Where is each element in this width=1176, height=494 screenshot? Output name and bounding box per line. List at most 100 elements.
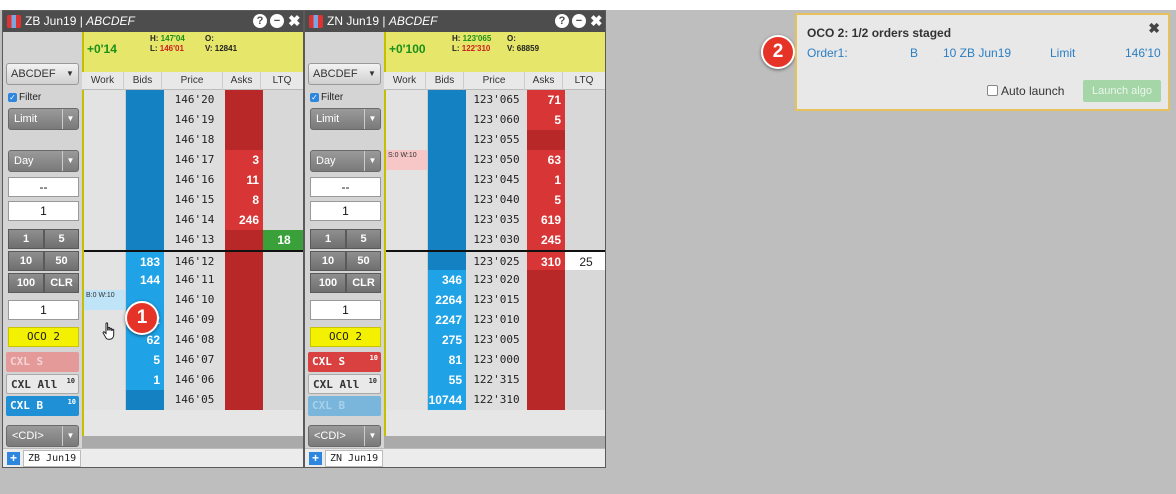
bid-cell[interactable] bbox=[126, 190, 164, 210]
working-orders-cell[interactable] bbox=[84, 170, 126, 190]
bid-cell[interactable]: 144 bbox=[126, 270, 164, 290]
bid-cell[interactable] bbox=[428, 252, 466, 272]
ask-cell[interactable] bbox=[527, 390, 565, 410]
quantity-field[interactable]: 1 bbox=[8, 201, 79, 221]
ask-cell[interactable]: 245 bbox=[527, 230, 565, 250]
help-icon[interactable]: ? bbox=[253, 14, 267, 28]
working-orders-cell[interactable] bbox=[386, 210, 428, 230]
bid-cell[interactable]: 10744 bbox=[428, 390, 466, 410]
working-orders-cell[interactable] bbox=[84, 370, 126, 390]
ask-cell[interactable] bbox=[527, 330, 565, 350]
working-orders-cell[interactable] bbox=[386, 170, 428, 190]
column-header-bids[interactable]: Bids bbox=[426, 72, 464, 90]
tif-dropdown[interactable]: Day ▼ bbox=[310, 150, 381, 172]
qty-10-button[interactable]: 10 bbox=[8, 251, 44, 271]
ask-cell[interactable]: 246 bbox=[225, 210, 263, 230]
close-icon[interactable]: ✖ bbox=[590, 11, 603, 32]
cancel-all-button[interactable]: CXL All 10 bbox=[6, 374, 79, 394]
ladder-titlebar[interactable]: ZN Jun19 | ABCDEF ? − ✖ bbox=[305, 11, 605, 32]
ask-cell[interactable] bbox=[527, 270, 565, 290]
ask-cell[interactable]: 1 bbox=[527, 170, 565, 190]
ask-cell[interactable]: 63 bbox=[527, 150, 565, 170]
qty-1-button[interactable]: 1 bbox=[8, 229, 44, 249]
ask-cell[interactable]: 5 bbox=[527, 190, 565, 210]
qty-1-button[interactable]: 1 bbox=[310, 229, 346, 249]
bid-cell[interactable] bbox=[126, 90, 164, 110]
bid-cell[interactable] bbox=[428, 170, 466, 190]
launch-algo-button[interactable]: Launch algo bbox=[1083, 80, 1161, 102]
account-dropdown[interactable]: ABCDEF ▼ bbox=[308, 63, 381, 85]
oco-button[interactable]: OCO 2 bbox=[310, 327, 381, 347]
tif-dropdown[interactable]: Day ▼ bbox=[8, 150, 79, 172]
working-orders-cell[interactable] bbox=[386, 130, 428, 150]
horizontal-scrollbar[interactable] bbox=[384, 436, 605, 448]
working-orders-cell[interactable] bbox=[386, 252, 428, 272]
ask-cell[interactable] bbox=[527, 130, 565, 150]
bid-cell[interactable]: 2247 bbox=[428, 310, 466, 330]
bid-cell[interactable]: 5 bbox=[126, 350, 164, 370]
bid-cell[interactable] bbox=[428, 150, 466, 170]
column-header-price[interactable]: Price bbox=[162, 72, 223, 90]
bid-cell[interactable]: 275 bbox=[428, 330, 466, 350]
instrument-tab[interactable]: ZB Jun19 bbox=[23, 450, 82, 467]
column-header-ltq[interactable]: LTQ bbox=[563, 72, 605, 90]
working-orders-cell[interactable] bbox=[84, 190, 126, 210]
filter-checkbox[interactable]: ✓ Filter bbox=[310, 92, 343, 103]
working-orders-cell[interactable] bbox=[84, 90, 126, 110]
ask-cell[interactable]: 8 bbox=[225, 190, 263, 210]
filter-checkbox[interactable]: ✓ Filter bbox=[8, 92, 41, 103]
auto-launch-checkbox[interactable]: Auto launch bbox=[987, 84, 1064, 98]
working-orders-cell[interactable] bbox=[84, 350, 126, 370]
cancel-sells-button[interactable]: CXL S 10 bbox=[308, 352, 381, 372]
ask-cell[interactable] bbox=[225, 230, 263, 250]
ask-cell[interactable] bbox=[225, 130, 263, 150]
ask-cell[interactable]: 71 bbox=[527, 90, 565, 110]
quantity-value[interactable]: 1 bbox=[8, 300, 79, 320]
bid-cell[interactable] bbox=[428, 130, 466, 150]
column-header-price[interactable]: Price bbox=[464, 72, 525, 90]
working-orders-cell[interactable] bbox=[386, 290, 428, 310]
ask-cell[interactable] bbox=[225, 350, 263, 370]
ask-cell[interactable] bbox=[527, 370, 565, 390]
ask-cell[interactable] bbox=[527, 310, 565, 330]
add-tab-icon[interactable]: + bbox=[7, 452, 20, 465]
working-orders-cell[interactable] bbox=[386, 370, 428, 390]
qty-50-button[interactable]: 50 bbox=[346, 251, 381, 271]
ask-cell[interactable]: 619 bbox=[527, 210, 565, 230]
ask-cell[interactable] bbox=[527, 290, 565, 310]
order-type-dropdown[interactable]: Limit ▼ bbox=[310, 108, 381, 130]
add-tab-icon[interactable]: + bbox=[309, 452, 322, 465]
bid-cell[interactable] bbox=[126, 110, 164, 130]
quantity-field[interactable]: 1 bbox=[310, 201, 381, 221]
working-orders-cell[interactable] bbox=[84, 210, 126, 230]
ask-cell[interactable] bbox=[225, 330, 263, 350]
qty-5-button[interactable]: 5 bbox=[44, 229, 79, 249]
working-orders-cell[interactable] bbox=[386, 90, 428, 110]
order-label[interactable]: Order1: bbox=[807, 46, 848, 60]
price-field[interactable]: -- bbox=[8, 177, 79, 197]
working-orders-cell[interactable] bbox=[84, 110, 126, 130]
bid-cell[interactable] bbox=[428, 90, 466, 110]
working-orders-cell[interactable]: B:0 W:10 bbox=[84, 290, 126, 310]
ask-cell[interactable] bbox=[225, 290, 263, 310]
help-icon[interactable]: ? bbox=[555, 14, 569, 28]
working-orders-cell[interactable] bbox=[386, 330, 428, 350]
bid-cell[interactable]: 346 bbox=[428, 270, 466, 290]
minimize-icon[interactable]: − bbox=[572, 14, 586, 28]
ask-cell[interactable]: 3 bbox=[225, 150, 263, 170]
working-orders-cell[interactable] bbox=[386, 350, 428, 370]
bid-cell[interactable] bbox=[428, 190, 466, 210]
order-type-dropdown[interactable]: Limit ▼ bbox=[8, 108, 79, 130]
bid-cell[interactable] bbox=[428, 210, 466, 230]
qty-50-button[interactable]: 50 bbox=[44, 251, 79, 271]
bid-cell[interactable] bbox=[428, 230, 466, 250]
working-orders-cell[interactable] bbox=[386, 270, 428, 290]
column-header-ltq[interactable]: LTQ bbox=[261, 72, 303, 90]
bid-cell[interactable] bbox=[126, 210, 164, 230]
ask-cell[interactable] bbox=[225, 390, 263, 410]
bid-cell[interactable] bbox=[126, 390, 164, 410]
ask-cell[interactable] bbox=[225, 310, 263, 330]
cancel-all-button[interactable]: CXL All 10 bbox=[308, 374, 381, 394]
close-icon[interactable]: ✖ bbox=[288, 11, 301, 32]
bid-cell[interactable] bbox=[126, 170, 164, 190]
